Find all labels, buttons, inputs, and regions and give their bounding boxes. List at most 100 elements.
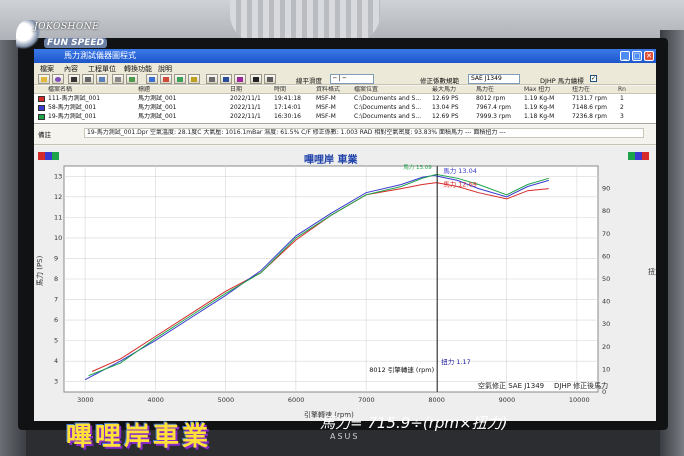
minimize-button[interactable]: _	[620, 51, 630, 61]
monitor-screen: 馬力測試儀器圖程式 _ □ ✕ 檔案 內容 工程單位 轉換功能 說明 線平滑度 …	[34, 49, 656, 421]
table-row[interactable]: 111-馬力測試_001 馬力測試_001 2022/11/1 19:41:18…	[34, 95, 656, 103]
cut-button[interactable]	[82, 74, 94, 84]
chart-panel: 嗶哩岸 車業 3 4 5 6 7 8 9 10 11 12 13 0 10 20 30 40 50 60 70 80…	[34, 146, 656, 421]
disk-icon	[55, 77, 61, 82]
run-format: MSF-M	[316, 104, 336, 111]
run-date: 2022/11/1	[230, 95, 261, 102]
y-tick-label: 11	[54, 213, 62, 221]
table-row[interactable]: 58-馬力測試_001 馬力測試_001 2022/11/1 17:14:01 …	[34, 104, 656, 112]
col-tq-at[interactable]: 扭力在	[572, 86, 616, 94]
footer-right: DJHP 修正後馬力	[554, 381, 608, 390]
run-n: 1	[620, 95, 624, 102]
x-icon	[71, 77, 77, 82]
run-max-tq: 1.18 Kg-M	[524, 113, 555, 120]
run-color-swatch[interactable]	[38, 105, 45, 111]
x-tick-label: 9000	[499, 396, 516, 404]
dyno-chart[interactable]: 345678910111213 0102030405060708090 3000…	[34, 146, 656, 421]
dhp-checkbox[interactable]: ✓	[590, 75, 597, 82]
y-tick-label: 8	[54, 275, 58, 283]
window-titlebar: 馬力測試儀器圖程式 _ □ ✕	[34, 49, 656, 63]
legend-button[interactable]	[220, 74, 232, 84]
scissors-icon	[85, 77, 91, 82]
run-tq-at: 7131.7 rpm	[572, 95, 608, 102]
x-tick-label: 10000	[569, 396, 590, 404]
y-right-tick-label: 80	[602, 207, 610, 215]
run-path: C:\Documents and S...	[354, 104, 422, 111]
run-format: MSF-M	[316, 113, 336, 120]
save-button[interactable]	[52, 74, 64, 84]
col-n[interactable]: Rn	[618, 86, 638, 94]
smooth-slider[interactable]: ─ | ─	[330, 74, 374, 84]
col-date[interactable]: 日期	[230, 86, 270, 94]
run-color-swatch[interactable]	[38, 114, 45, 120]
y-right-tick-label: 10	[602, 365, 610, 373]
chart-view-button-3[interactable]	[174, 74, 186, 84]
cursor-torque-readout: 扭力 1.17	[441, 357, 471, 366]
zoom-icon	[237, 77, 243, 82]
chart-view-button-4[interactable]	[188, 74, 200, 84]
col-path[interactable]: 檔案位置	[354, 86, 420, 94]
maximize-button[interactable]: □	[632, 51, 642, 61]
logo-line2: FUN SPEED	[44, 38, 107, 48]
measure-button[interactable]	[264, 74, 276, 84]
col-format[interactable]: 資料格式	[316, 86, 354, 94]
run-time: 17:14:01	[274, 104, 301, 111]
cursor-button[interactable]	[250, 74, 262, 84]
printer-icon	[115, 77, 121, 82]
legend-icon	[223, 77, 229, 82]
chart-view-button-2[interactable]	[160, 74, 172, 84]
open-file-button[interactable]	[38, 74, 50, 84]
logo-line1: JOKOSHONE	[34, 22, 100, 32]
x-tick-label: 6000	[288, 396, 305, 404]
zoom-button[interactable]	[234, 74, 246, 84]
close-button[interactable]: ✕	[644, 51, 654, 61]
run-tq-at: 7148.6 rpm	[572, 104, 608, 111]
col-hp-at[interactable]: 馬力在	[476, 86, 522, 94]
copy-icon	[99, 77, 105, 82]
run-title: 馬力測試_001	[138, 95, 177, 102]
shop-logo: JOKOSHONE FUN SPEED	[14, 14, 107, 62]
y-axis-right-label: 扭力	[648, 267, 656, 276]
cursor-icon	[253, 77, 259, 82]
run-max-tq: 1.19 Kg-M	[524, 104, 555, 111]
run-max-tq: 1.19 Kg-M	[524, 95, 555, 102]
y-right-tick-label: 70	[602, 230, 610, 238]
run-time: 19:41:18	[274, 95, 301, 102]
correction-select[interactable]: SAE J1349	[468, 74, 520, 84]
run-table-header: 檔案名稱 標題 日期 時間 資料格式 檔案位置 最大馬力 馬力在 Max 扭力 …	[34, 86, 656, 94]
y-right-tick-label: 60	[602, 252, 610, 260]
x-tick-label: 8000	[428, 396, 445, 404]
run-table: 檔案名稱 標題 日期 時間 資料格式 檔案位置 最大馬力 馬力在 Max 扭力 …	[34, 86, 656, 124]
col-title[interactable]: 標題	[138, 86, 228, 94]
handwritten-formula: 馬力= 715.9÷(rpm×扭力)	[320, 414, 508, 432]
toolbar: 線平滑度 ─ | ─ 修正係數規範 SAE J1349 DJHP 馬力繪標 ✓	[34, 73, 656, 85]
col-max-hp[interactable]: 最大馬力	[432, 86, 472, 94]
print-button[interactable]	[112, 74, 124, 84]
run-path: C:\Documents and S...	[354, 95, 422, 102]
run-color-swatch[interactable]	[38, 96, 45, 102]
run-max-hp: 13.04 PS	[432, 104, 459, 111]
x-tick-label: 7000	[358, 396, 375, 404]
close-file-button[interactable]	[68, 74, 80, 84]
run-title: 馬力測試_001	[138, 113, 177, 120]
chart-icon	[163, 77, 169, 82]
preview-button[interactable]	[126, 74, 138, 84]
y-right-tick-label: 90	[602, 185, 610, 193]
run-time: 16:30:16	[274, 113, 301, 120]
cursor-top-label: 馬力 13.09	[403, 163, 432, 171]
notes-field[interactable]: 19-馬力測試_001.Dpr 空氣溫度: 28.1度C 大氣壓: 1016.1…	[84, 128, 644, 138]
y-tick-label: 4	[54, 357, 58, 365]
run-file: 58-馬力測試_001	[48, 104, 97, 111]
table-row[interactable]: 19-馬力測試_001 馬力測試_001 2022/11/1 16:30:16 …	[34, 113, 656, 121]
grid-button[interactable]	[206, 74, 218, 84]
col-time[interactable]: 時間	[274, 86, 314, 94]
correction-label: 修正係數規範	[420, 77, 459, 85]
copy-button[interactable]	[96, 74, 108, 84]
ruler-icon	[267, 77, 273, 82]
neon-sign-text: 嗶哩岸車業	[66, 422, 212, 452]
notes-bar: 備註 19-馬力測試_001.Dpr 空氣溫度: 28.1度C 大氣壓: 101…	[34, 125, 656, 145]
chart-view-button-1[interactable]	[146, 74, 158, 84]
run-file: 111-馬力測試_001	[48, 95, 101, 102]
col-file[interactable]: 檔案名稱	[48, 86, 138, 94]
col-max-tq[interactable]: Max 扭力	[524, 86, 568, 94]
